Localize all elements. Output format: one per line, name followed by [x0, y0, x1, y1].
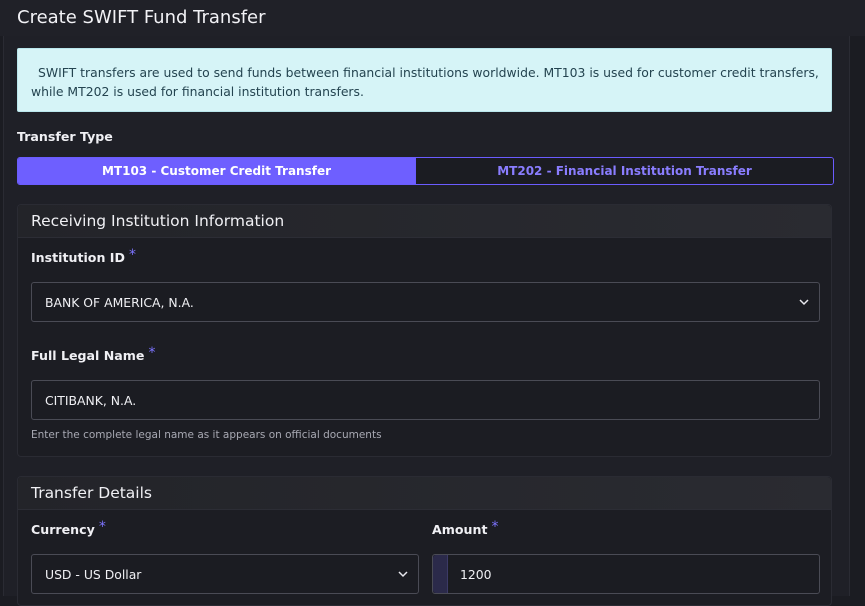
chevron-down-icon — [398, 571, 408, 578]
full-legal-name-helper: Enter the complete legal name as it appe… — [31, 429, 382, 441]
chevron-down-icon — [799, 299, 809, 306]
institution-id-select[interactable]: BANK OF AMERICA, N.A. — [31, 282, 820, 322]
transfer-type-label: Transfer Type — [17, 129, 113, 144]
transfer-type-toggle: MT103 - Customer Credit Transfer MT202 -… — [17, 157, 834, 185]
page-title: Create SWIFT Fund Transfer — [17, 7, 266, 28]
amount-value: 1200 — [460, 567, 492, 582]
required-mark: * — [128, 247, 136, 263]
section-title: Receiving Institution Information — [31, 212, 285, 230]
required-mark: * — [491, 519, 499, 535]
toggle-mt202[interactable]: MT202 - Financial Institution Transfer — [415, 158, 833, 184]
currency-label: Currency * — [31, 519, 106, 537]
info-alert: SWIFT transfers are used to send funds b… — [17, 48, 832, 112]
currency-value: USD - US Dollar — [45, 567, 142, 582]
full-legal-name-value: CITIBANK, N.A. — [45, 393, 137, 408]
full-legal-name-label: Full Legal Name * — [31, 345, 156, 363]
section-header: Receiving Institution Information — [18, 205, 831, 238]
section-header: Transfer Details — [18, 477, 831, 510]
required-mark: * — [98, 519, 106, 535]
toggle-mt103[interactable]: MT103 - Customer Credit Transfer — [18, 158, 415, 184]
institution-id-value: BANK OF AMERICA, N.A. — [45, 295, 194, 310]
section-title: Transfer Details — [31, 484, 152, 502]
institution-id-label: Institution ID * — [31, 247, 136, 265]
amount-label: Amount * — [432, 519, 499, 537]
info-alert-text: SWIFT transfers are used to send funds b… — [31, 65, 819, 99]
amount-prefix — [433, 555, 448, 593]
full-legal-name-input[interactable]: CITIBANK, N.A. — [31, 380, 820, 420]
page-header: Create SWIFT Fund Transfer — [0, 0, 865, 36]
required-mark: * — [148, 345, 156, 361]
currency-select[interactable]: USD - US Dollar — [31, 554, 419, 594]
amount-input[interactable]: 1200 — [432, 554, 820, 594]
